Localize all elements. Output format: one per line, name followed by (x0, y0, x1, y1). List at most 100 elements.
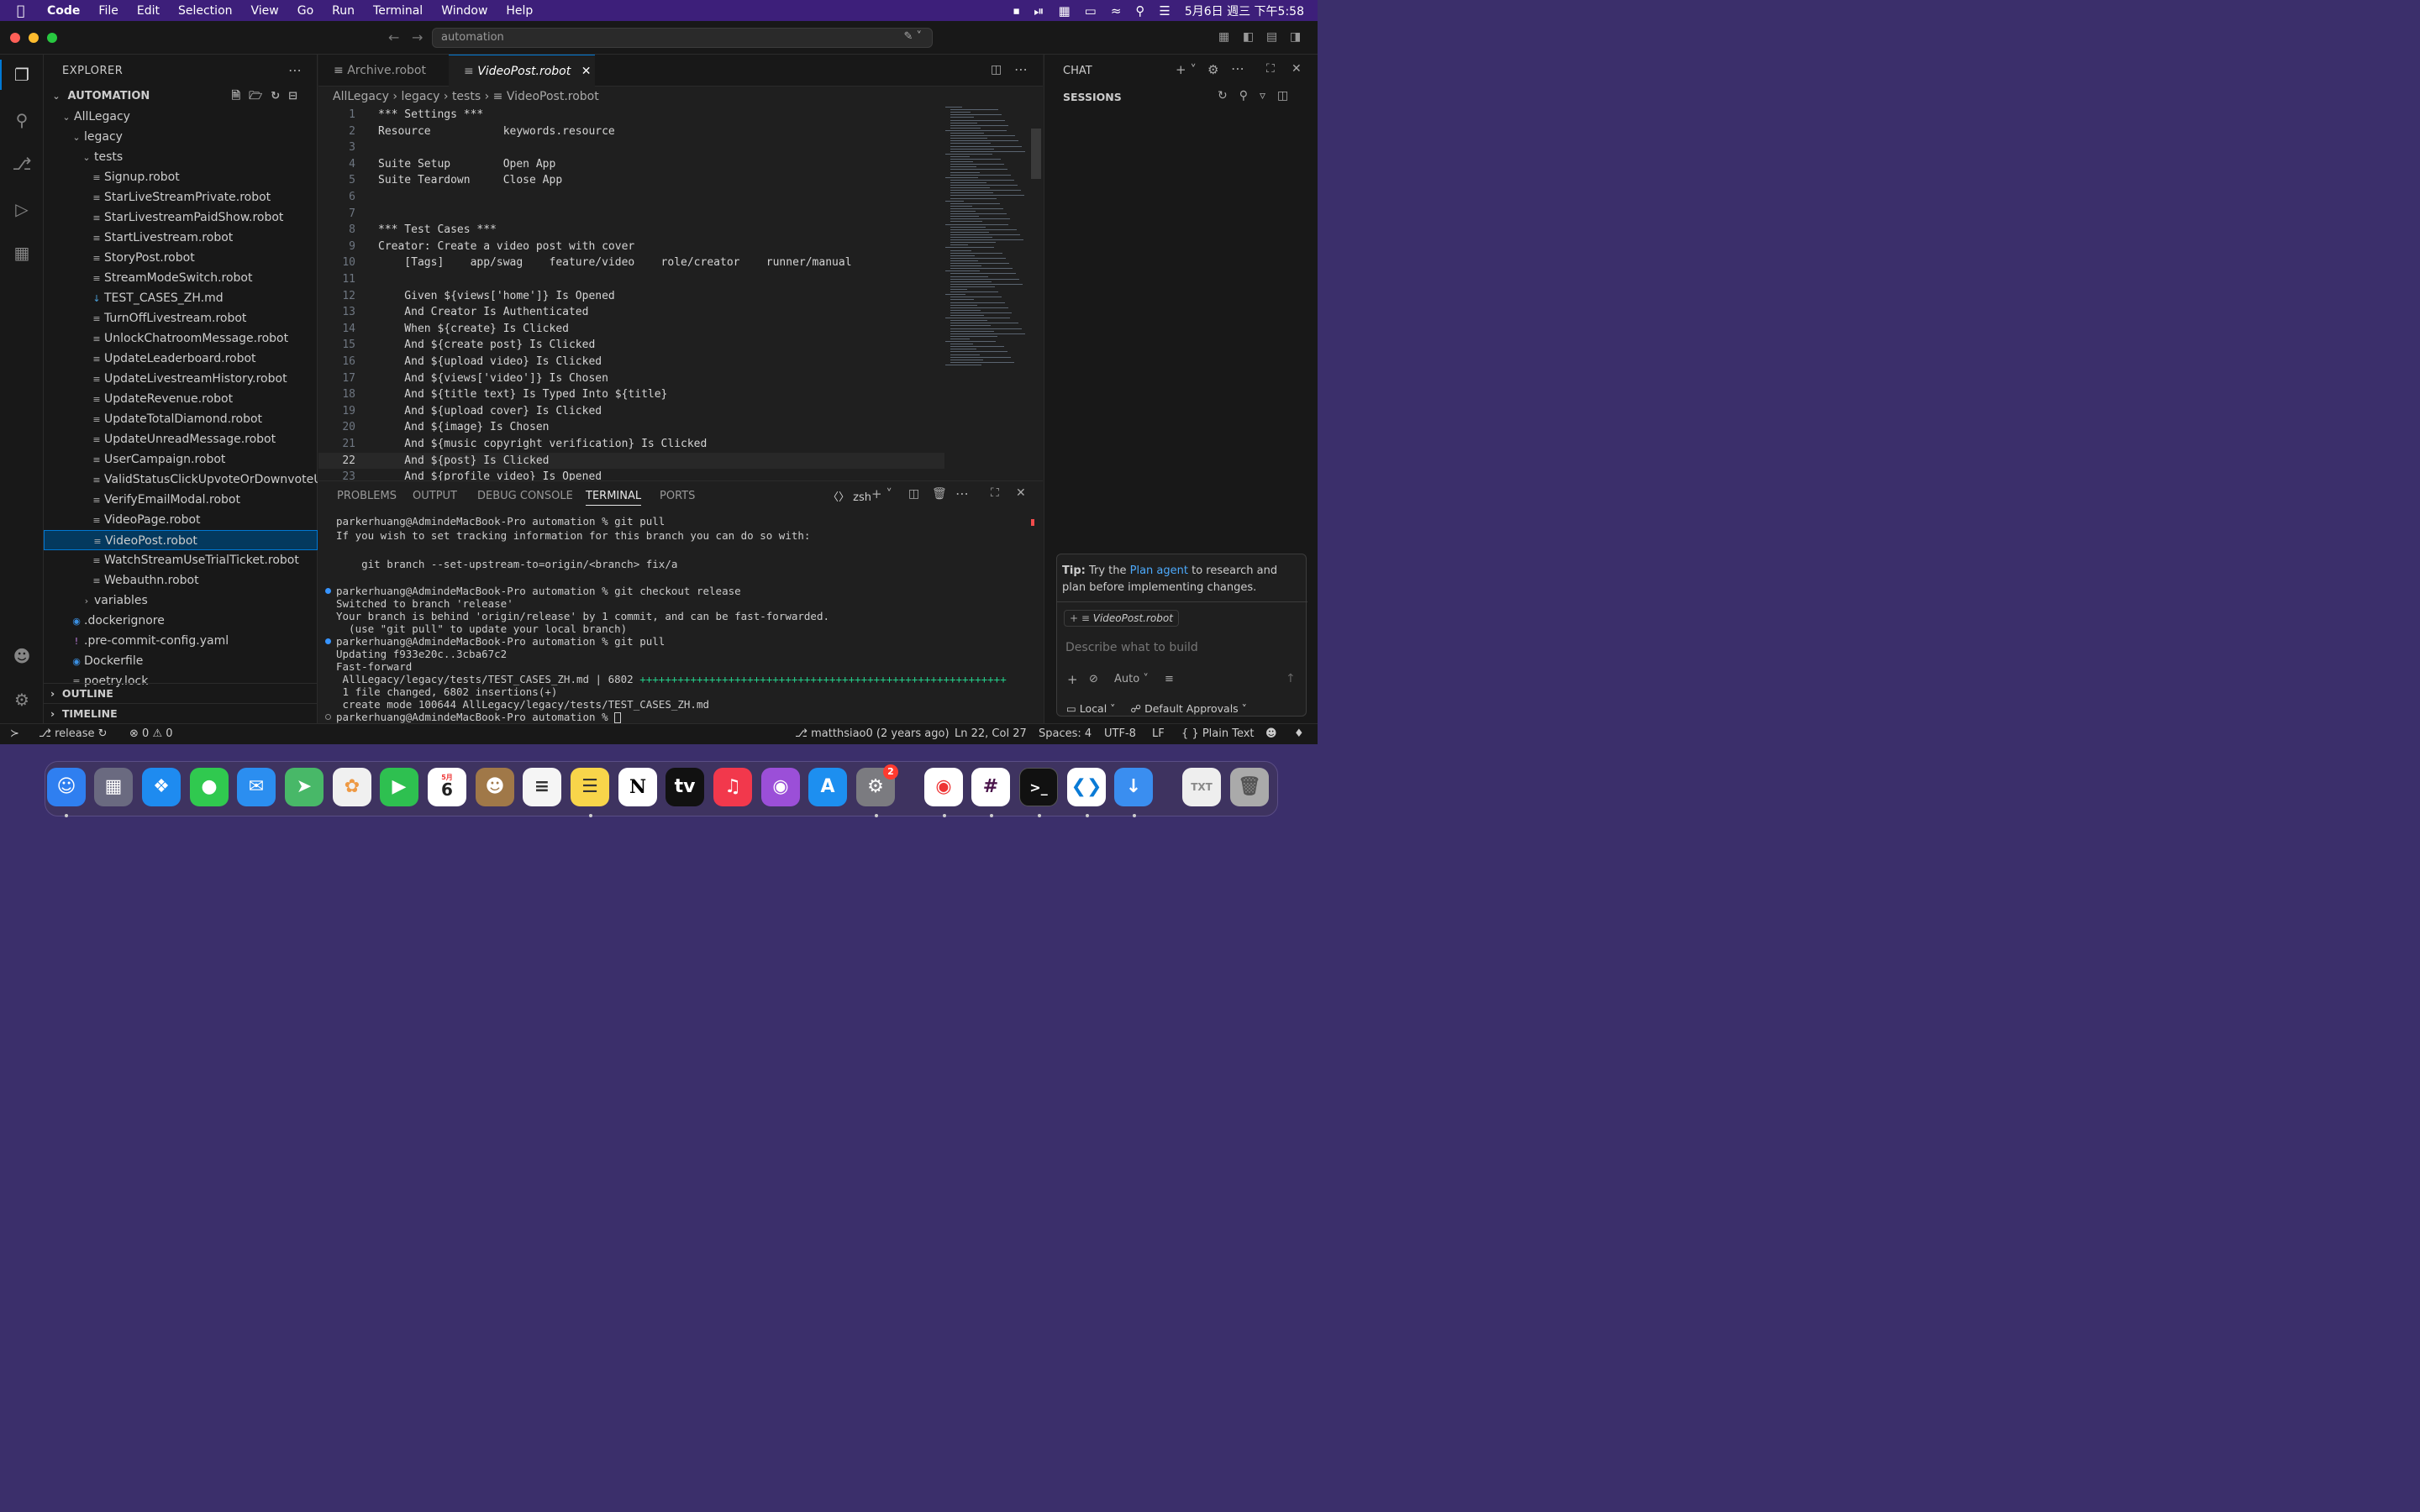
calendar-icon[interactable]: 5月 6 (428, 768, 466, 806)
tree-file[interactable]: ◉ .dockerignore (44, 611, 318, 631)
breadcrumb-item[interactable]: AllLegacy (333, 90, 389, 103)
refresh-icon[interactable]: ↻ (271, 90, 288, 102)
attached-file-chip[interactable]: + ≡ VideoPost.robot (1064, 610, 1179, 627)
collapse-all-icon[interactable]: ⊟ (288, 90, 306, 102)
close-chat-icon[interactable]: ✕ (1292, 62, 1302, 76)
minimize-window-button[interactable] (29, 33, 39, 43)
menu-window[interactable]: Window (441, 4, 487, 18)
maximize-panel-icon[interactable]: ⛶ (991, 486, 999, 500)
editor-more-icon[interactable]: ⋯ (1014, 61, 1028, 77)
vscode-icon[interactable]: ❮❯ (1067, 768, 1106, 806)
tab-output[interactable]: OUTPUT (413, 490, 457, 502)
podcasts-icon[interactable]: ◉ (761, 768, 800, 806)
new-folder-icon[interactable]: 🗁 (249, 90, 271, 102)
panel-more-icon[interactable]: ⋯ (955, 486, 969, 501)
git-blame[interactable]: ⎇ matthsiao0 (2 years ago) (795, 727, 950, 740)
command-center-search[interactable]: automation ✎ ˅ (432, 28, 933, 48)
downloads-icon[interactable]: ↓ (1114, 768, 1153, 806)
new-file-icon[interactable]: 🗎 (232, 90, 249, 102)
text-document-icon[interactable]: TXT (1182, 768, 1221, 806)
tree-file[interactable]: ≡ StreamModeSwitch.robot (44, 268, 318, 288)
forward-arrow-icon[interactable]: → (412, 29, 423, 45)
mode-selector[interactable]: Auto ˅ (1114, 673, 1149, 685)
tree-file[interactable]: ≡ ValidStatusClickUpvoteOrDownvoteUp... (44, 470, 318, 490)
refresh-icon[interactable]: ↻ (1218, 89, 1239, 102)
tree-file[interactable]: ≡ UnlockChatroomMessage.robot (44, 328, 318, 349)
tree-file[interactable]: ≡ Signup.robot (44, 167, 318, 187)
send-icon[interactable]: ↑ (1286, 672, 1296, 685)
tree-file[interactable]: ≡ WatchStreamUseTrialTicket.robot (44, 550, 318, 570)
command-status-dot[interactable] (325, 714, 331, 720)
menu-edit[interactable]: Edit (137, 4, 160, 18)
tree-folder[interactable]: ⌄ tests (44, 147, 318, 167)
breadcrumb-item[interactable]: tests (452, 90, 481, 103)
toggle-secondary-sidebar-icon[interactable]: ◨ (1290, 30, 1301, 44)
chrome-icon[interactable]: ◉ (924, 768, 963, 806)
tree-file[interactable]: ◉ Dockerfile (44, 651, 318, 671)
tab-debug-console[interactable]: DEBUG CONSOLE (477, 490, 573, 502)
tree-file[interactable]: ≡ TurnOffLivestream.robot (44, 308, 318, 328)
tree-file[interactable]: ! .pre-commit-config.yaml (44, 631, 318, 651)
line-ending[interactable]: LF (1152, 727, 1165, 740)
terminal-shell-selector[interactable]: 〈〉 zsh (828, 488, 871, 504)
language-mode[interactable]: { } Plain Text (1181, 727, 1255, 740)
outline-section[interactable]: › OUTLINE (44, 683, 318, 703)
menu-go[interactable]: Go (297, 4, 313, 18)
terminal-app-icon[interactable]: >_ (1019, 768, 1058, 806)
close-tab-icon[interactable]: ✕ (581, 65, 592, 78)
reminders-icon[interactable]: ≡ (523, 768, 561, 806)
editor-scrollbar[interactable] (1031, 129, 1041, 179)
tree-file[interactable]: ≡ StarLiveStreamPrivate.robot (44, 187, 318, 207)
tree-folder[interactable]: ⌄ legacy (44, 127, 318, 147)
play-icon[interactable]: ⏯ (1034, 3, 1044, 18)
input-method-icon[interactable]: ▦ (1058, 3, 1070, 18)
tree-file[interactable]: ≡ UpdateLivestreamHistory.robot (44, 369, 318, 389)
tree-folder[interactable]: › variables (44, 591, 318, 611)
maps-icon[interactable]: ➤ (285, 768, 324, 806)
tab-problems[interactable]: PROBLEMS (337, 490, 397, 502)
back-arrow-icon[interactable]: ← (388, 29, 399, 45)
close-panel-icon[interactable]: ✕ (1016, 486, 1026, 500)
terminal-output[interactable]: parkerhuang@AdmindeMacBook-Pro automatio… (318, 515, 1033, 725)
menu-app[interactable]: Code (47, 4, 80, 18)
toggle-view-icon[interactable]: ◫ (1277, 89, 1300, 102)
tools-icon[interactable]: ⊘ (1089, 673, 1098, 685)
facetime-icon[interactable]: ▶ (380, 768, 418, 806)
plan-agent-link[interactable]: Plan agent (1130, 564, 1188, 577)
menu-selection[interactable]: Selection (178, 4, 233, 18)
minimap[interactable] (945, 107, 1036, 375)
chat-settings-icon[interactable]: ⚙ (1207, 62, 1218, 77)
extensions-icon[interactable]: ▦ (12, 243, 32, 263)
filter-icon[interactable]: ▿ (1260, 89, 1277, 102)
menu-view[interactable]: View (251, 4, 279, 18)
trash-icon[interactable]: 🗑 (932, 487, 947, 501)
sessions-toolbar[interactable]: ↻⚲▿◫ (1218, 89, 1300, 102)
copilot-chat-icon[interactable]: ✎ ˅ (903, 30, 922, 43)
run-debug-icon[interactable]: ▷ (12, 199, 32, 219)
tree-file[interactable]: ≡ StartLivestream.robot (44, 228, 318, 248)
tree-file[interactable]: ≡ StarLivestreamPaidShow.robot (44, 207, 318, 228)
breadcrumb-item[interactable]: legacy (401, 90, 439, 103)
more-actions-icon[interactable]: ⋯ (288, 62, 302, 78)
split-terminal-icon[interactable]: ◫ (908, 487, 919, 501)
encoding[interactable]: UTF-8 (1104, 727, 1136, 740)
account-icon[interactable]: ☻ (12, 646, 32, 666)
messages-icon[interactable]: ● (190, 768, 229, 806)
tree-file[interactable]: ≡ UpdateUnreadMessage.robot (44, 429, 318, 449)
music-icon[interactable]: ♫ (713, 768, 752, 806)
spotlight-icon[interactable]: ⚲ (1135, 3, 1144, 18)
record-icon[interactable]: ⏹ (1013, 3, 1020, 18)
workspace-header[interactable]: ⌄ AUTOMATION 🗎🗁↻⊟ (44, 87, 318, 107)
tree-file[interactable]: ≡ StoryPost.robot (44, 248, 318, 268)
slack-icon[interactable]: # (971, 768, 1010, 806)
tree-file[interactable]: ≡ UpdateRevenue.robot (44, 389, 318, 409)
menu-file[interactable]: File (98, 4, 118, 18)
battery-icon[interactable]: ▭ (1085, 3, 1097, 18)
tree-file[interactable]: ↓ TEST_CASES_ZH.md (44, 288, 318, 308)
manage-gear-icon[interactable]: ⚙ (12, 690, 32, 710)
explorer-icon[interactable]: ❐ (12, 65, 32, 85)
approvals-selector[interactable]: ☍ Default Approvals ˅ (1130, 702, 1247, 715)
command-status-dot[interactable] (325, 588, 331, 594)
toggle-panel-icon[interactable]: ▤ (1266, 30, 1277, 44)
tab-videopost-robot[interactable]: ≡ VideoPost.robot ✕ (449, 55, 595, 87)
